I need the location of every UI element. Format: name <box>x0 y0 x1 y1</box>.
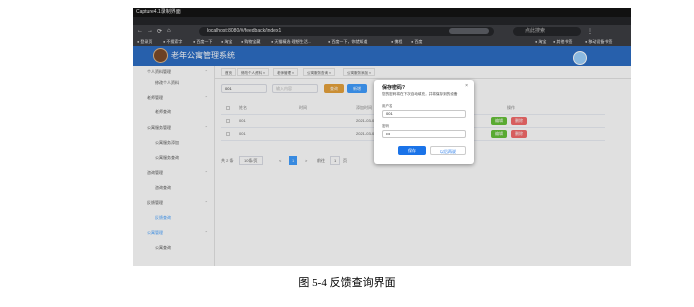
bookmarks-bar: 登录页 不搜索字 百度一下 淘宝 购物宝藏 天猫精选·理想生活... 百度一下，… <box>133 38 631 46</box>
password-field[interactable]: ••• <box>382 130 466 138</box>
forward-icon[interactable]: → <box>147 28 153 34</box>
bookmark-item[interactable]: 淘宝 <box>221 38 232 46</box>
bookmark-item[interactable]: 其他书签 <box>553 38 572 46</box>
bookmark-item[interactable]: 登录页 <box>137 38 152 46</box>
dialog-overlay: 保存密码? × 您的密码将在下次自动填充，并将保存到的设备 用户名 001 密码… <box>133 46 631 266</box>
bookmark-item[interactable]: 百度一下，你就知道 <box>328 38 367 46</box>
browser-tabbar <box>133 17 631 25</box>
bookmark-item[interactable]: 淘宝 <box>535 38 546 46</box>
bookmark-item[interactable]: 不搜索字 <box>163 38 182 46</box>
save-password-button[interactable]: 保存 <box>398 146 426 155</box>
bookmark-item[interactable]: 携程 <box>391 38 402 46</box>
never-save-button[interactable]: 以后再说 <box>430 146 466 155</box>
close-icon[interactable]: × <box>465 83 468 89</box>
reload-icon[interactable]: ⟳ <box>157 28 162 35</box>
back-icon[interactable]: ← <box>137 28 143 34</box>
dialog-title: 保存密码? <box>382 85 406 91</box>
bookmark-item[interactable]: 移动设备书签 <box>585 38 612 46</box>
bookmark-item[interactable]: 天猫精选·理想生活... <box>271 38 311 46</box>
home-icon[interactable]: ⌂ <box>167 28 171 34</box>
save-password-dialog: 保存密码? × 您的密码将在下次自动填充，并将保存到的设备 用户名 001 密码… <box>374 80 474 164</box>
window-caption: Capture4.1录制界面 <box>133 8 631 17</box>
browser-toolbar: ← → ⟳ ⌂ localhost:8080/#/feedback/index1… <box>133 25 631 38</box>
browser-search-input[interactable]: 点此搜索 <box>513 27 581 36</box>
bookmark-item[interactable]: 百度一下 <box>193 38 212 46</box>
username-field[interactable]: 001 <box>382 110 466 118</box>
dialog-description: 您的密码将在下次自动填充，并将保存到的设备 <box>382 92 458 96</box>
address-bar-button[interactable] <box>449 28 489 34</box>
screenshot-frame: Capture4.1录制界面 ← → ⟳ ⌂ localhost:8080/#/… <box>133 8 631 266</box>
figure-caption: 图 5-4 反馈查询界面 <box>298 277 396 289</box>
password-label: 密码 <box>382 124 389 128</box>
menu-icon[interactable]: ⋮ <box>587 28 593 35</box>
bookmark-item[interactable]: 购物宝藏 <box>241 38 260 46</box>
username-label: 用户名 <box>382 104 393 108</box>
bookmark-item[interactable]: 百度 <box>411 38 422 46</box>
